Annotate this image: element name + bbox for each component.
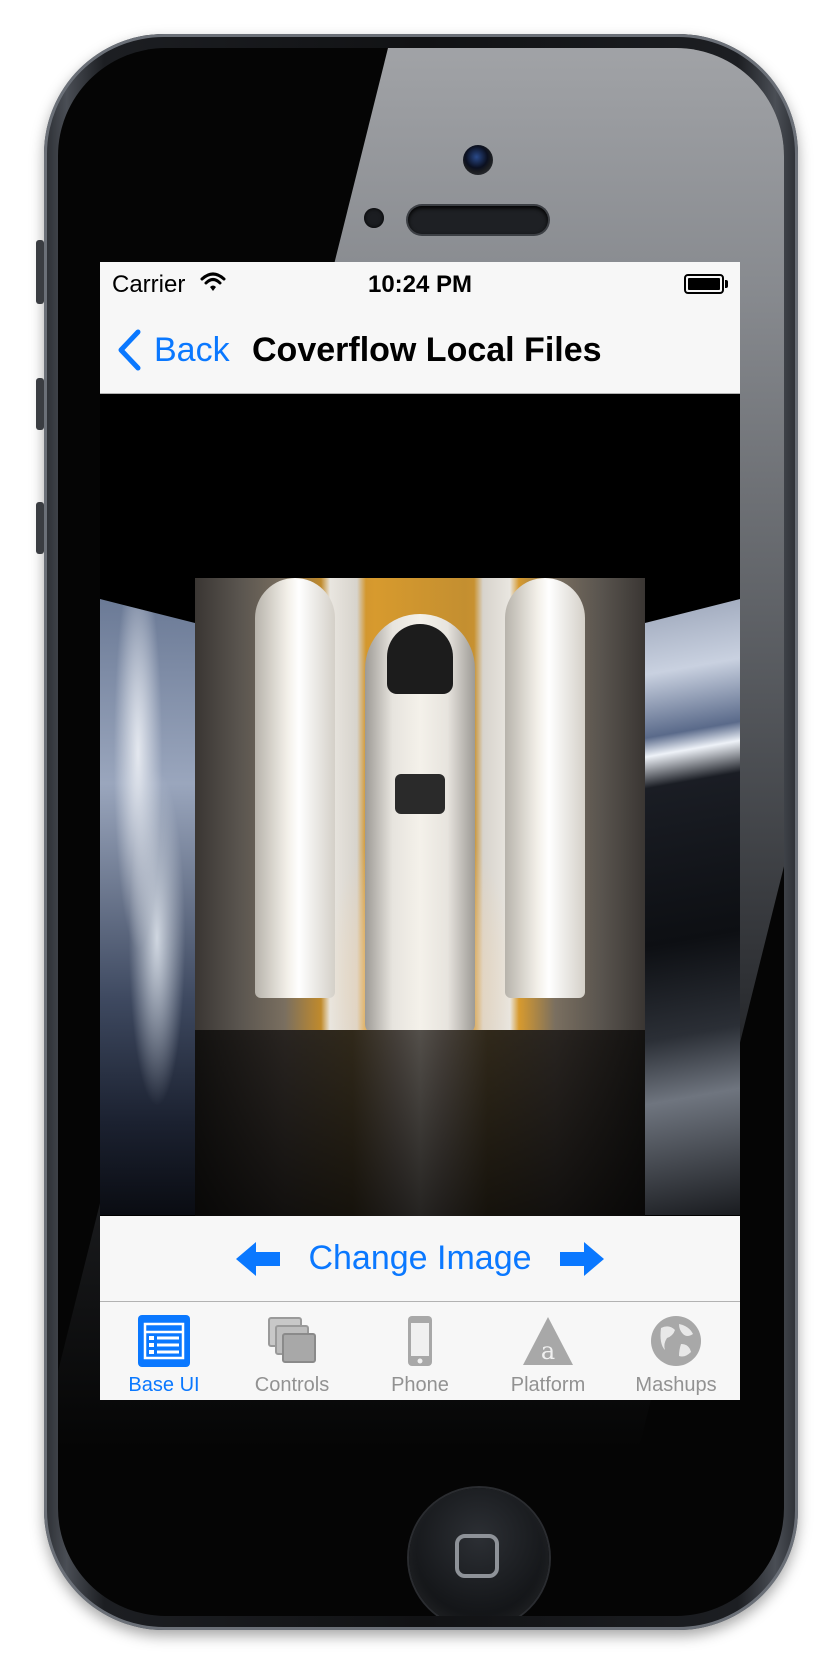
tab-label: Controls — [254, 1374, 330, 1396]
change-image-toolbar: Change Image — [100, 1216, 740, 1302]
cover-reflection — [195, 1030, 645, 1216]
tab-label: Mashups — [635, 1374, 717, 1396]
tab-label: Base UI — [128, 1374, 200, 1396]
windows-icon — [268, 1317, 316, 1363]
tab-label: Phone — [391, 1374, 449, 1396]
phone-icon — [408, 1316, 432, 1366]
space-shuttle-image[interactable] — [195, 578, 645, 1030]
tab-platform[interactable]: a Platform — [484, 1302, 612, 1400]
earpiece-speaker — [408, 206, 548, 234]
volume-up-button — [36, 378, 44, 430]
front-camera — [463, 145, 493, 175]
space-station-image[interactable] — [645, 599, 740, 1215]
change-image-button[interactable]: Change Image — [308, 1239, 531, 1278]
page-title: Coverflow Local Files — [252, 331, 602, 369]
battery-icon — [684, 274, 728, 294]
proximity-sensor — [364, 208, 384, 228]
tab-phone[interactable]: Phone — [356, 1302, 484, 1400]
status-time: 10:24 PM — [367, 271, 473, 298]
tab-controls[interactable]: Controls — [228, 1302, 356, 1400]
back-label: Back — [154, 330, 230, 369]
tab-label: Platform — [510, 1374, 586, 1396]
coverflow-view[interactable] — [100, 394, 740, 1216]
list-icon — [138, 1315, 190, 1367]
back-button[interactable]: Back — [116, 306, 230, 394]
home-button-icon — [455, 1534, 499, 1578]
globe-icon — [651, 1316, 701, 1366]
status-bar: Carrier 10:24 PM — [100, 262, 740, 306]
device-screen: Carrier 10:24 PM Back Coverflow Local Fi… — [100, 262, 740, 1400]
tab-base-ui[interactable]: Base UI — [100, 1302, 228, 1400]
tab-mashups[interactable]: Mashups — [612, 1302, 740, 1400]
chevron-left-icon — [118, 329, 141, 371]
arrow-left-icon[interactable] — [234, 1240, 282, 1278]
navigation-bar: Back Coverflow Local Files — [100, 306, 740, 394]
home-button[interactable] — [409, 1488, 549, 1616]
arrow-right-icon[interactable] — [558, 1240, 606, 1278]
mute-switch — [36, 240, 44, 304]
volume-down-button — [36, 502, 44, 554]
tab-bar: Base UI Controls Phone a Platform Mashup… — [100, 1302, 740, 1400]
earth-image[interactable] — [100, 599, 195, 1215]
shuttle-booster-left — [255, 578, 335, 998]
shuttle-orbiter — [365, 614, 475, 1030]
shuttle-booster-right — [505, 578, 585, 998]
svg-text:a: a — [541, 1337, 555, 1365]
platform-icon: a — [523, 1317, 573, 1365]
